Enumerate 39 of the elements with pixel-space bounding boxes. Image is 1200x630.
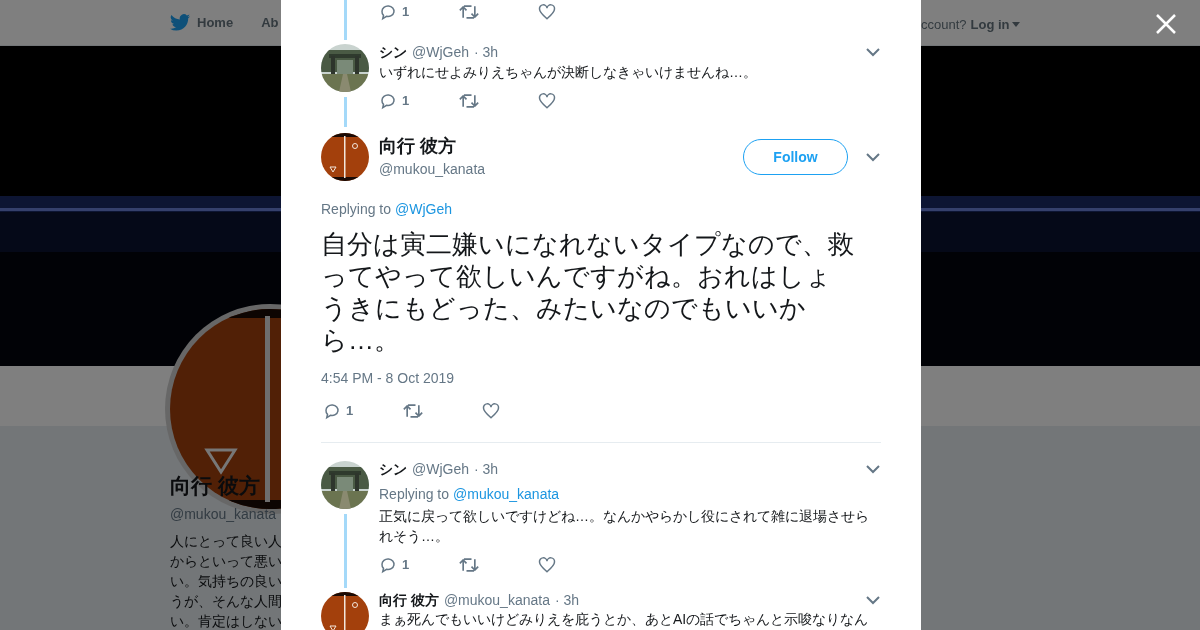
close-icon[interactable] xyxy=(1154,12,1178,36)
tweet-time[interactable]: · 3h xyxy=(554,589,580,611)
caret-icon xyxy=(1011,22,1020,28)
bird-icon xyxy=(170,13,191,32)
bio-line: うが、そんな人間 xyxy=(170,591,281,611)
bio-line: い。気持ちの良い xyxy=(170,571,281,591)
user-name[interactable]: 向行 彼方 xyxy=(379,589,439,611)
replying-label: Replying to xyxy=(379,485,450,504)
chevron-icon[interactable] xyxy=(866,464,880,474)
reply-icon[interactable] xyxy=(379,556,397,574)
profile-handle: @mukou_kanata xyxy=(170,504,278,524)
bio-line: い。肯定はしない xyxy=(170,611,281,630)
user-name[interactable]: シン xyxy=(379,458,407,480)
bio-line: からといって悪い xyxy=(170,551,281,571)
tweet-time[interactable]: · 3h xyxy=(474,458,499,480)
reply-count: 1 xyxy=(346,402,354,421)
reply-count: 1 xyxy=(402,3,410,22)
reply-count: 1 xyxy=(402,556,410,575)
bio-line: 人にとって良い人 xyxy=(170,531,281,551)
nav-link[interactable]: Ab xyxy=(261,12,279,33)
tweet-timestamp: 4:54 PM - 8 Oct 2019 xyxy=(321,369,456,388)
mention-link[interactable]: @mukou_kanata xyxy=(453,484,560,505)
tweet-text: まぁ死んでもいいけどみりえを庇うとか、あとAIの話でちゃんと示唆なりなん xyxy=(379,611,870,627)
tweet-text: 正気に戻って欲しいですけどね…。なんかやらかし役にされて雑に退場させられそう…。 xyxy=(379,507,870,546)
retweet-icon[interactable] xyxy=(459,3,479,21)
user-handle[interactable]: @mukou_kanata xyxy=(443,589,550,611)
retweet-icon[interactable] xyxy=(403,402,423,420)
retweet-icon[interactable] xyxy=(459,556,479,574)
heart-icon[interactable] xyxy=(538,556,556,574)
user-handle[interactable]: @WjGeh xyxy=(412,458,469,480)
heart-icon[interactable] xyxy=(538,3,556,21)
heart-icon[interactable] xyxy=(482,402,500,420)
reply-icon[interactable] xyxy=(323,402,341,420)
chevron-icon[interactable] xyxy=(866,595,880,605)
profile-name: 向行 彼方 xyxy=(170,473,261,499)
reply-icon[interactable] xyxy=(379,3,397,21)
account-prompt: ccount? xyxy=(921,16,967,34)
login-link[interactable]: Log in xyxy=(970,15,1020,35)
nav-link[interactable]: Home xyxy=(170,12,234,33)
